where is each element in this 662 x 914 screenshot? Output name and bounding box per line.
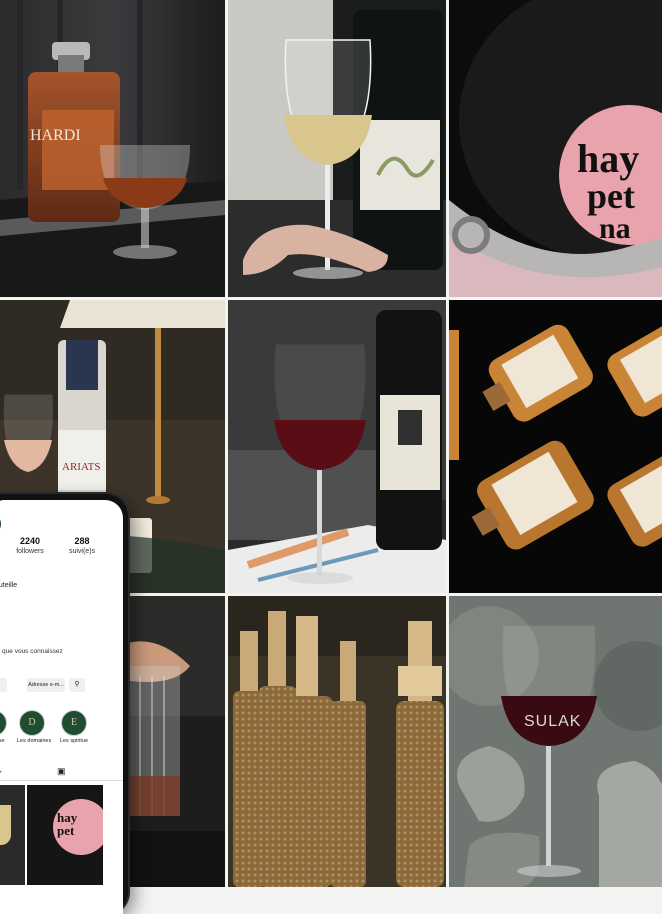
highlight-label: boutique (0, 738, 9, 744)
profile-action-button[interactable]: e (0, 678, 7, 692)
highlight-label: Les domaines (17, 738, 47, 744)
svg-text:na: na (599, 212, 631, 245)
highlight-icon: E (61, 710, 87, 736)
following-stat[interactable]: 288 suivi(e)s (59, 536, 105, 556)
photo-ice-bucket-sticker[interactable]: hay pet na (449, 0, 662, 297)
avatar[interactable] (0, 512, 1, 536)
following-label: suivi(e)s (59, 547, 105, 556)
tagged-tab-icon[interactable]: ▣ (57, 766, 66, 777)
photo-white-wine-glass[interactable] (228, 0, 446, 297)
photo-gold-bottles[interactable] (228, 596, 446, 887)
profile-thumbnails: hay pet (0, 785, 123, 914)
mutual-followers-text[interactable]: es que vous connaissez (0, 648, 63, 655)
highlight-boutique[interactable]: D boutique (0, 710, 9, 744)
svg-text:pet: pet (587, 176, 635, 216)
mutual-rest: que vous connaissez (0, 648, 63, 655)
profile-stats: 2240 followers 288 suivi(e)s (0, 536, 123, 566)
thumbnail-sticker[interactable]: hay pet (27, 785, 103, 885)
photo-cognac-decanter[interactable]: HARDI (0, 0, 225, 297)
thumbnail-wine[interactable] (0, 785, 25, 885)
photo-red-wine-glass[interactable] (228, 300, 446, 593)
thumbnail-sticker-text: hay pet (57, 811, 97, 837)
highlight-domaines[interactable]: D Les domaines (17, 710, 47, 744)
bottle-label-hardi: HARDI (30, 127, 81, 144)
followers-stat[interactable]: 2240 followers (7, 536, 53, 556)
profile-screen: 2240 followers 288 suivi(e)s outeille es… (0, 500, 123, 914)
following-count: 288 (59, 536, 105, 547)
add-person-button[interactable]: ⚲ (69, 678, 85, 692)
profile-tab-bar: ▷ ▣ (0, 766, 123, 781)
email-button[interactable]: Adresse e-m... (27, 678, 65, 692)
photo-brandy-bottles[interactable] (449, 300, 662, 593)
highlight-label: Les spiritue (59, 738, 89, 744)
phone-mockup: 2240 followers 288 suivi(e)s outeille es… (0, 494, 128, 914)
profile-bio: outeille (0, 582, 17, 589)
add-person-icon: ⚲ (74, 681, 79, 688)
photo-sulak-glass[interactable]: SULAK (449, 596, 662, 887)
glass-logo: SULAK (524, 713, 581, 730)
highlight-spiritueux[interactable]: E Les spiritue (59, 710, 89, 744)
followers-label: followers (7, 547, 53, 556)
svg-text:hay: hay (577, 136, 639, 181)
highlight-icon: D (0, 710, 7, 736)
reels-tab-icon[interactable]: ▷ (0, 766, 2, 777)
followers-count: 2240 (7, 536, 53, 547)
highlight-icon: D (19, 710, 45, 736)
bottle-label-ariats: ARIATS (62, 461, 101, 473)
